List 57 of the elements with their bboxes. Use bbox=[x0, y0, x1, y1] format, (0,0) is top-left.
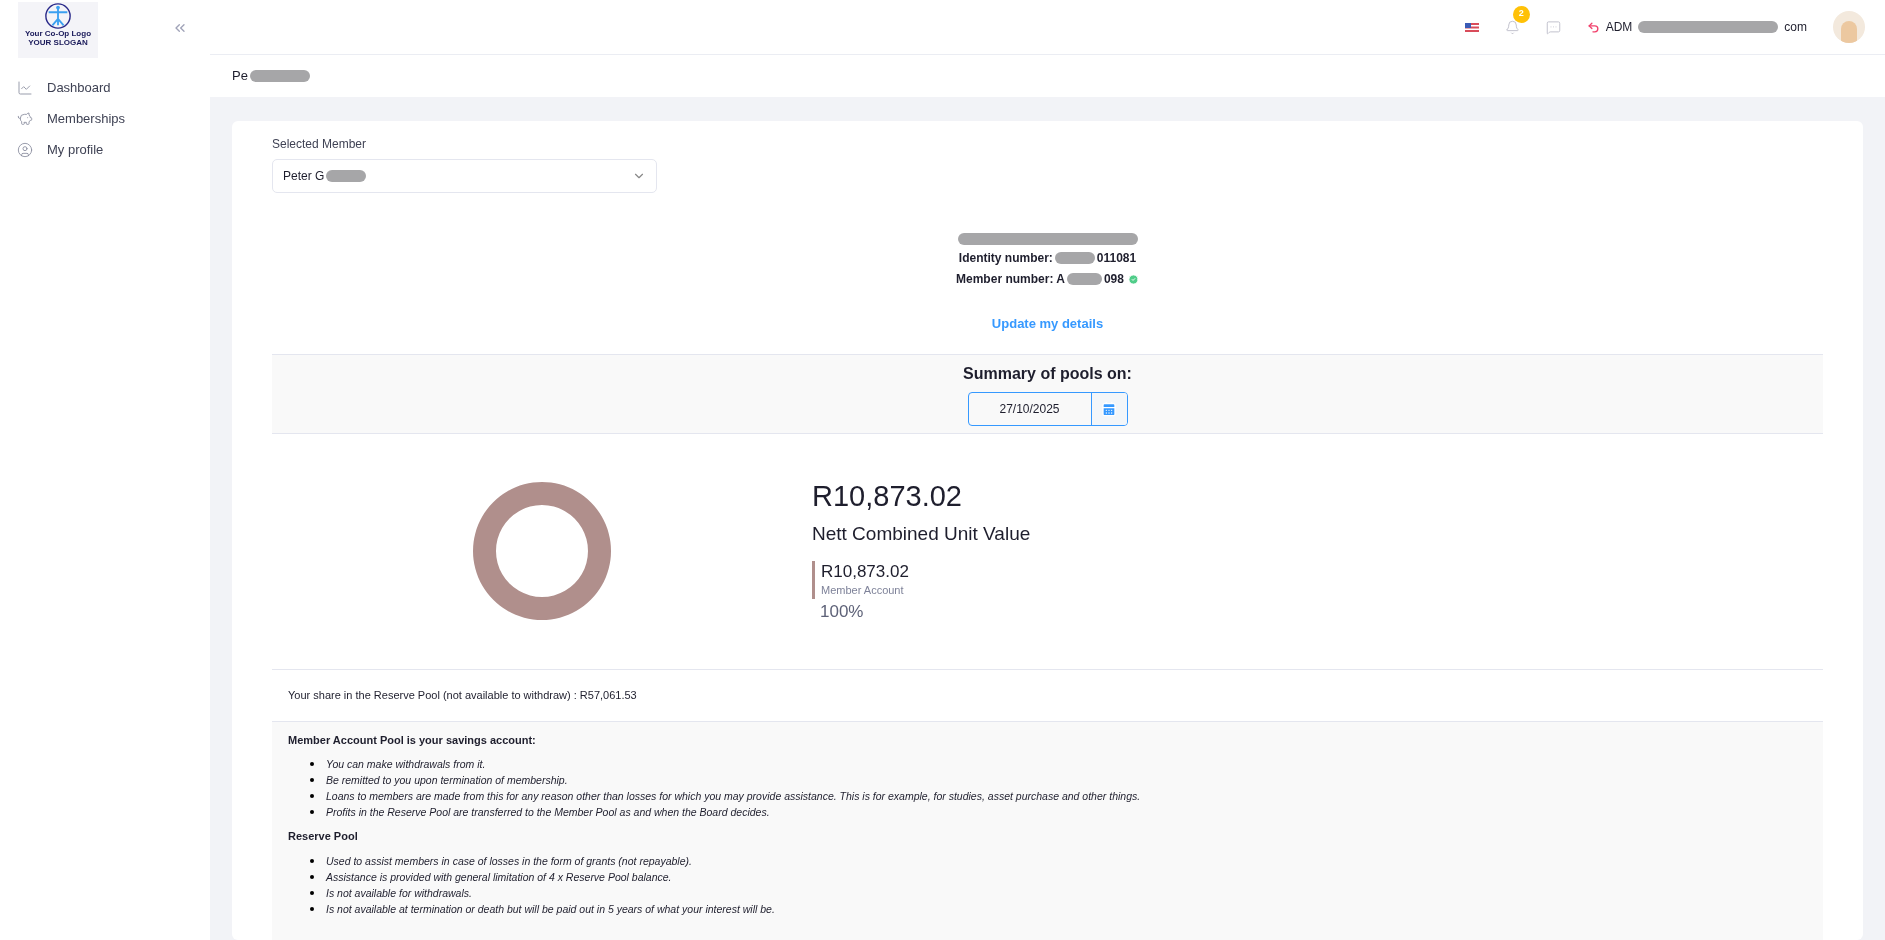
calendar-icon bbox=[1101, 400, 1117, 417]
bullet-icon bbox=[310, 874, 314, 879]
member-select-value: Peter G bbox=[283, 168, 325, 185]
identity-number: 011081 bbox=[1096, 250, 1137, 267]
redaction-mark bbox=[326, 170, 367, 182]
pool-name: Member Account bbox=[821, 583, 905, 598]
flag-icon[interactable] bbox=[1464, 22, 1479, 32]
pool-share: 100% bbox=[820, 600, 865, 623]
bullet-icon bbox=[310, 906, 314, 911]
member-label: Member number: A bbox=[956, 271, 1065, 288]
info-item: Profits in the Reserve Pool are transferred to the Member Pool as and when the Board decides. bbox=[326, 805, 770, 820]
return-icon[interactable] bbox=[1586, 20, 1600, 34]
info-heading: Member Account Pool is your savings account: bbox=[288, 732, 537, 748]
chart-icon bbox=[17, 79, 33, 96]
avatar[interactable] bbox=[1833, 11, 1865, 43]
bullet-icon bbox=[310, 778, 314, 782]
bullet-icon bbox=[310, 810, 314, 814]
identity-label: Identity number: bbox=[958, 250, 1053, 267]
pool-amount: R10,873.02 bbox=[821, 560, 909, 582]
piggy-bank-icon bbox=[17, 110, 33, 127]
logo-slogan: YOUR SLOGAN bbox=[28, 39, 88, 47]
sidebar-item[interactable]: Dashboard bbox=[0, 72, 210, 103]
summary-title: Summary of pools on: bbox=[963, 363, 1132, 384]
chat-icon[interactable] bbox=[1545, 19, 1561, 35]
user-email-end: com bbox=[1784, 19, 1807, 36]
field-label: Selected Member bbox=[272, 136, 368, 153]
redaction-mark bbox=[249, 70, 310, 82]
breadcrumb: Pe bbox=[232, 67, 248, 86]
notification-badge: 2 bbox=[1512, 5, 1530, 23]
bullet-icon bbox=[310, 794, 314, 798]
info-item: Be remitted to you upon termination of membership. bbox=[326, 773, 568, 788]
logo-title: Your Co-Op Logo bbox=[24, 30, 92, 38]
total-label: Nett Combined Unit Value bbox=[812, 522, 1031, 547]
redaction-mark bbox=[1066, 273, 1102, 285]
sidebar-item[interactable]: Memberships bbox=[0, 103, 210, 134]
user-email-start: ADM bbox=[1605, 19, 1633, 36]
logo[interactable]: Your Co-Op Logo YOUR SLOGAN bbox=[18, 2, 98, 58]
redaction-mark bbox=[1054, 252, 1095, 264]
date-picker[interactable]: 27/10/2025 bbox=[967, 391, 1128, 426]
member-number: 098 bbox=[1103, 271, 1124, 288]
bell-icon[interactable] bbox=[1504, 19, 1520, 35]
info-item: You can make withdrawals from it. bbox=[326, 757, 486, 772]
sidebar-item[interactable]: My profile bbox=[0, 134, 210, 165]
user-icon bbox=[17, 141, 33, 158]
info-item: Assistance is provided with general limitation of 4 x Reserve Pool balance. bbox=[326, 869, 672, 885]
info-item: Loans to members are made from this for any reason other than losses for which you may provide assistance. This is for example, for studies, asset purchase and other things. bbox=[326, 789, 1141, 804]
bullet-icon bbox=[310, 762, 314, 766]
total-amount: R10,873.02 bbox=[812, 479, 963, 514]
logo-figure-icon bbox=[44, 2, 72, 30]
member-select[interactable]: Peter G bbox=[272, 159, 657, 193]
info-heading: Reserve Pool bbox=[288, 829, 359, 844]
reserve-share-text: Your share in the Reserve Pool (not available to withdraw) : R57,061.53 bbox=[288, 687, 637, 703]
info-item: Is not available for withdrawals. bbox=[326, 885, 472, 901]
info-item: Used to assist members in case of losses in the form of grants (not repayable). bbox=[326, 853, 692, 869]
bullet-icon bbox=[310, 890, 314, 895]
info-item: Is not available at termination or death but will be paid out in 5 years of what your interest will be. bbox=[326, 901, 775, 917]
bullet-icon bbox=[310, 858, 314, 863]
